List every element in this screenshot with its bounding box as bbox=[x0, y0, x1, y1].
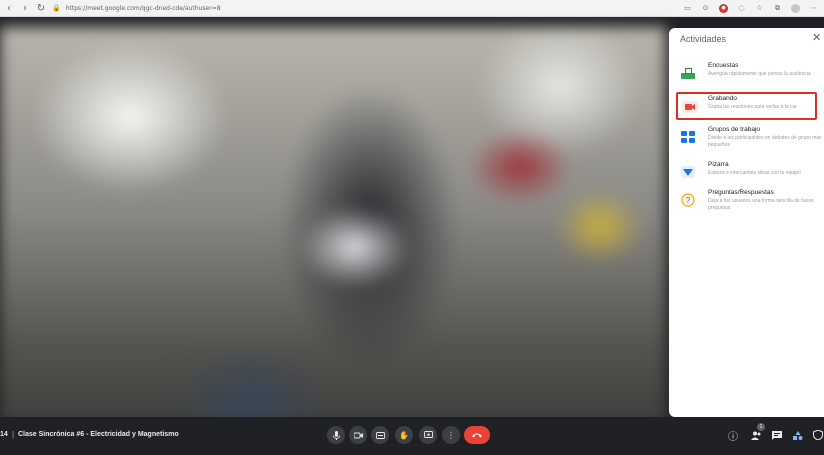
meeting-separator: | bbox=[12, 430, 15, 439]
activity-desc: Graba las reuniones para verlas a la car bbox=[708, 104, 797, 110]
activity-desc: Esboza e intercambia ideas con tu equipo bbox=[708, 170, 801, 176]
menu-dots-icon[interactable]: ⋯ bbox=[809, 4, 818, 13]
meeting-title: Clase Sincrónica #6 - Electricidad y Mag… bbox=[18, 431, 179, 438]
address-bar[interactable]: 🔒 https://meet.google.com/qgc-dned-cde/a… bbox=[52, 2, 221, 15]
poll-icon bbox=[680, 66, 696, 80]
profile-avatar[interactable] bbox=[791, 3, 800, 13]
qa-icon: ? bbox=[680, 193, 696, 207]
activity-qa[interactable]: ? Preguntas/Respuestas Deja a tus usuari… bbox=[676, 187, 824, 215]
microphone-icon[interactable] bbox=[327, 426, 345, 444]
people-count-badge: 1 bbox=[757, 423, 765, 431]
meeting-time: 14 bbox=[0, 431, 8, 438]
extensions-row: ▭ ⊙ ● ◌ ☆ ⧉ ⋯ bbox=[683, 3, 818, 13]
captions-icon[interactable] bbox=[371, 426, 389, 444]
host-controls-icon[interactable] bbox=[812, 429, 824, 441]
raise-hand-icon[interactable]: ✋ bbox=[395, 426, 413, 444]
activity-desc: Deja a tus usuarios una forma sencilla d… bbox=[708, 198, 814, 211]
cast-icon[interactable]: ▭ bbox=[683, 4, 692, 13]
camera-icon[interactable] bbox=[349, 426, 367, 444]
activities-panel: Actividades ✕ Encuestas Averigua rápidam… bbox=[669, 28, 824, 417]
bookmark-star-icon[interactable]: ☆ bbox=[755, 4, 764, 13]
record-icon bbox=[682, 100, 698, 114]
whiteboard-icon bbox=[680, 165, 696, 179]
activity-desc: Averigua rápidamente qué piensa la audie… bbox=[708, 71, 811, 77]
meeting-details-icon[interactable]: ⓘ bbox=[727, 429, 739, 443]
collections-icon[interactable]: ⧉ bbox=[773, 4, 782, 13]
breakout-rooms-icon bbox=[680, 130, 696, 144]
forward-icon[interactable]: › bbox=[18, 1, 32, 15]
present-screen-icon[interactable] bbox=[419, 426, 437, 444]
more-options-icon[interactable]: ⋮ bbox=[442, 426, 460, 444]
chat-icon[interactable] bbox=[771, 429, 783, 441]
back-icon[interactable]: ‹ bbox=[2, 1, 16, 15]
activity-title: Grabando bbox=[708, 95, 737, 102]
meet-window: ‹ › ↻ 🔒 https://meet.google.com/qgc-dned… bbox=[0, 0, 824, 455]
close-icon[interactable]: ✕ bbox=[812, 32, 824, 44]
activity-breakout-rooms[interactable]: Grupos de trabajo Divide a los participa… bbox=[676, 124, 824, 152]
reload-icon[interactable]: ↻ bbox=[34, 1, 48, 15]
lock-icon: 🔒 bbox=[52, 4, 61, 12]
participant-video bbox=[0, 27, 666, 427]
activities-icon[interactable] bbox=[792, 429, 804, 441]
activity-title: Encuestas bbox=[708, 62, 739, 69]
leave-call-icon[interactable] bbox=[464, 426, 490, 444]
activity-whiteboard[interactable]: Pizarra Esboza e intercambia ideas con t… bbox=[676, 159, 824, 187]
meeting-toolbar: 14 | Clase Sincrónica #6 - Electricidad … bbox=[0, 417, 824, 455]
panel-title: Actividades bbox=[680, 34, 727, 44]
browser-toolbar: ‹ › ↻ 🔒 https://meet.google.com/qgc-dned… bbox=[0, 0, 824, 17]
activity-desc: Divide a los participantes en debates de… bbox=[708, 135, 822, 148]
activity-recording[interactable]: Grabando Graba las reuniones para verlas… bbox=[676, 92, 817, 120]
activity-title: Preguntas/Respuestas bbox=[708, 189, 774, 196]
activity-polls[interactable]: Encuestas Averigua rápidamente qué piens… bbox=[676, 60, 824, 88]
zoom-icon[interactable]: ⊙ bbox=[701, 4, 710, 13]
url-text: https://meet.google.com/qgc-dned-cde/aut… bbox=[65, 4, 221, 12]
adblock-icon[interactable]: ● bbox=[719, 3, 728, 13]
svg-text:?: ? bbox=[686, 196, 691, 205]
activity-title: Pizarra bbox=[708, 161, 729, 168]
activity-title: Grupos de trabajo bbox=[708, 126, 761, 133]
extensions-icon[interactable]: ◌ bbox=[737, 4, 746, 13]
